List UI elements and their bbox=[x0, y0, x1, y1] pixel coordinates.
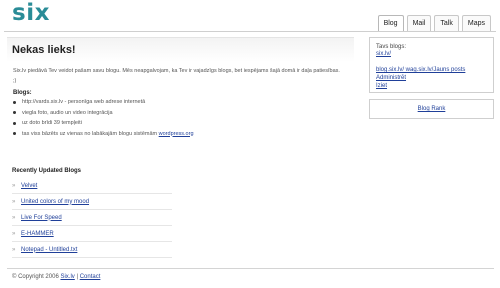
feature-text: viegla foto, audio un video integrācija bbox=[22, 109, 113, 116]
page-title: Nekas lieks! bbox=[12, 44, 76, 56]
recent-blog-link[interactable]: E-HAMMER bbox=[21, 231, 54, 237]
tab-maps[interactable]: Maps bbox=[461, 15, 491, 31]
list-item: uz doto brīdi 39 tempļeiti bbox=[13, 118, 354, 129]
feature-text: http://vards.six.lv - personīga web adre… bbox=[22, 99, 146, 105]
arrow-right-icon: » bbox=[12, 230, 16, 237]
tab-blog[interactable]: Blog bbox=[377, 15, 404, 31]
blog-rank-box: Blog Rank bbox=[369, 99, 494, 119]
user-blog-box: Tavs blogs: six.lv/ blog.six.lv/ wag.six… bbox=[369, 37, 494, 93]
tab-talk[interactable]: Talk bbox=[434, 15, 459, 31]
feature-text: tas viss bāzēts uz vienas no labākajām b… bbox=[22, 130, 159, 137]
blogs-heading: Blogs: bbox=[13, 90, 32, 96]
contact-link[interactable]: Contact bbox=[80, 274, 101, 280]
arrow-right-icon: » bbox=[12, 182, 16, 189]
wordpress-link[interactable]: wordpress.org bbox=[159, 131, 194, 137]
intro-text: Six.lv piedāvā Tev veidot pašam savu blo… bbox=[13, 68, 340, 84]
copyright-text: © Copyright 2006 bbox=[12, 274, 61, 280]
list-item: viegla foto, audio un video integrācija bbox=[13, 108, 354, 119]
arrow-right-icon: » bbox=[12, 198, 16, 205]
sidebar: Tavs blogs: six.lv/ blog.six.lv/ wag.six… bbox=[369, 37, 494, 119]
footer-divider bbox=[7, 268, 494, 269]
footer: © Copyright 2006 Six.lv | Contact bbox=[12, 274, 100, 280]
tab-mail[interactable]: Mail bbox=[406, 15, 432, 31]
logout-link[interactable]: Iziet bbox=[376, 82, 493, 90]
list-item: » United colors of my mood bbox=[12, 194, 172, 210]
list-item: tas viss bāzēts uz vienas no labākajām b… bbox=[13, 129, 354, 140]
recent-blog-link[interactable]: Velvet bbox=[21, 183, 37, 189]
bullet-icon bbox=[13, 121, 16, 125]
new-post-link[interactable]: blog.six.lv/ wag.six.lv/Jauns posts bbox=[376, 66, 493, 74]
bullet-icon bbox=[13, 111, 16, 115]
list-item: » Live For Speed bbox=[12, 210, 172, 226]
recent-blogs-title: Recently Updated Blogs bbox=[12, 168, 82, 174]
recent-blogs: Recently Updated Blogs » Velvet » United c… bbox=[12, 168, 172, 258]
heading-bar: Nekas lieks! bbox=[7, 37, 354, 62]
your-blog-line: Tavs blogs: six.lv/ bbox=[376, 44, 493, 58]
blog-rank-link[interactable]: Blog Rank bbox=[418, 106, 446, 112]
your-blog-link[interactable]: six.lv/ bbox=[376, 50, 493, 58]
arrow-right-icon: » bbox=[12, 246, 16, 253]
bullet-icon bbox=[13, 100, 16, 104]
admin-link[interactable]: Administrēt bbox=[376, 74, 493, 82]
list-item: http://vards.six.lv - personīga web adre… bbox=[13, 97, 354, 108]
recent-blog-link[interactable]: Live For Speed bbox=[21, 215, 62, 221]
main-content: Nekas lieks! Six.lv piedāvā Tev veidot p… bbox=[7, 37, 354, 139]
list-item: » Velvet bbox=[12, 178, 172, 194]
site-link[interactable]: Six.lv bbox=[60, 274, 74, 280]
list-item: » E-HAMMER bbox=[12, 226, 172, 242]
recent-blog-link[interactable]: Notepad - Untitled.txt bbox=[21, 247, 77, 253]
list-item: » Notepad - Untitled.txt bbox=[12, 242, 172, 258]
arrow-right-icon: » bbox=[12, 214, 16, 221]
bullet-icon bbox=[13, 132, 16, 136]
feature-list: http://vards.six.lv - personīga web adre… bbox=[7, 97, 354, 139]
header-divider bbox=[4, 31, 496, 32]
feature-text: uz doto brīdi 39 tempļeiti bbox=[22, 120, 82, 126]
site-logo[interactable]: six bbox=[12, 0, 50, 26]
recent-blog-link[interactable]: United colors of my mood bbox=[21, 199, 89, 205]
nav-tabs: Blog Mail Talk Maps bbox=[377, 15, 491, 31]
